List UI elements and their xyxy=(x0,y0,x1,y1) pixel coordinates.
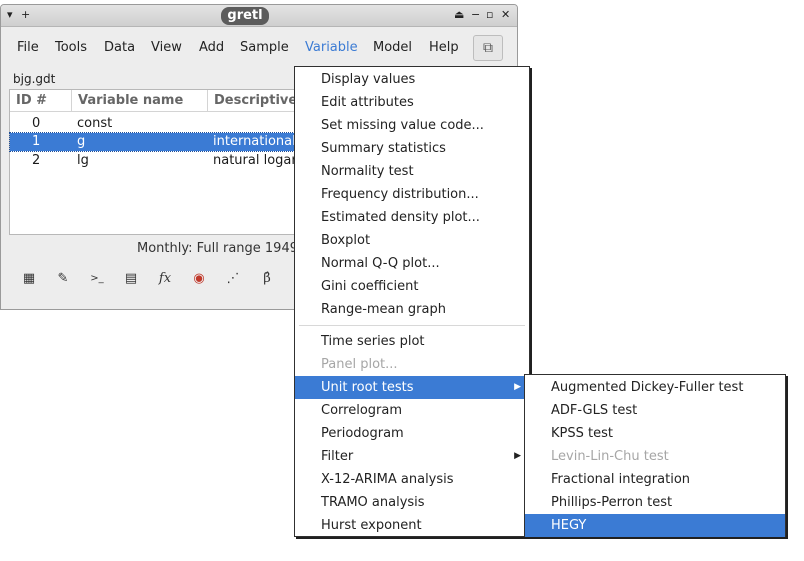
menu-item-fractional-integration[interactable]: Fractional integration xyxy=(525,468,785,491)
menu-item-levin-lin-chu: Levin-Lin-Chu test xyxy=(551,449,669,464)
close-icon[interactable]: ✕ xyxy=(501,8,510,22)
window-menu-icon[interactable]: ▾ xyxy=(7,8,13,22)
unit-root-submenu: Augmented Dickey-Fuller test ADF-GLS tes… xyxy=(524,374,786,537)
lifebuoy-icon[interactable]: ◉ xyxy=(187,267,211,291)
menu-item-boxplot[interactable]: Boxplot xyxy=(295,229,529,252)
menu-data[interactable]: Data xyxy=(102,27,137,69)
menu-item-hegy[interactable]: HEGY xyxy=(525,514,785,537)
row-name: lg xyxy=(77,153,89,168)
row-id: 0 xyxy=(32,116,41,131)
row-desc: natural logar xyxy=(213,153,297,168)
matrix-icon[interactable]: ▤ xyxy=(119,267,143,291)
menu-add[interactable]: Add xyxy=(197,27,226,69)
column-id[interactable]: ID # xyxy=(10,90,72,112)
row-name: const xyxy=(77,116,113,131)
submenu-arrow-icon: ▶ xyxy=(514,382,521,392)
calculator-icon[interactable]: ▦ xyxy=(17,267,41,291)
menu-item-tramo[interactable]: TRAMO analysis xyxy=(295,491,529,514)
menu-item-display-values[interactable]: Display values xyxy=(295,68,529,91)
menu-item-filter[interactable]: Filter ▶ xyxy=(295,445,529,468)
menu-item-density-plot[interactable]: Estimated density plot... xyxy=(295,206,529,229)
beta-icon[interactable]: β̂ xyxy=(255,267,279,291)
row-desc: international xyxy=(213,134,296,149)
row-id: 1 xyxy=(32,134,41,149)
windows-list-icon[interactable]: ⧉ xyxy=(473,35,503,61)
column-variable-name[interactable]: Variable name xyxy=(72,90,208,112)
sticky-icon[interactable]: + xyxy=(21,8,30,22)
menu-item-phillips-perron[interactable]: Phillips-Perron test xyxy=(525,491,785,514)
notepad-icon[interactable]: ✎ xyxy=(51,267,75,291)
menu-item-label: Unit root tests xyxy=(321,380,414,395)
menu-item-frequency-distribution[interactable]: Frequency distribution... xyxy=(295,183,529,206)
menu-item-periodogram[interactable]: Periodogram xyxy=(295,422,529,445)
menu-separator xyxy=(299,325,525,326)
menu-file[interactable]: File xyxy=(15,27,41,69)
function-icon[interactable]: fx xyxy=(153,267,177,291)
row-name: g xyxy=(77,134,86,149)
dataset-filename: bjg.gdt xyxy=(13,72,56,86)
menu-item-normality-test[interactable]: Normality test xyxy=(295,160,529,183)
menu-item-label: Filter xyxy=(321,449,354,464)
row-id: 2 xyxy=(32,153,41,168)
menu-item-gini[interactable]: Gini coefficient xyxy=(295,275,529,298)
menu-variable[interactable]: Variable xyxy=(303,27,360,69)
menu-item-kpss-test[interactable]: KPSS test xyxy=(525,422,785,445)
menu-item-time-series-plot[interactable]: Time series plot xyxy=(295,330,529,353)
menu-sample[interactable]: Sample xyxy=(238,27,291,69)
menu-model[interactable]: Model xyxy=(371,27,414,69)
menu-item-x12-arima[interactable]: X-12-ARIMA analysis xyxy=(295,468,529,491)
menu-item-qq-plot[interactable]: Normal Q-Q plot... xyxy=(295,252,529,275)
submenu-arrow-icon: ▶ xyxy=(514,451,521,461)
minimize-icon[interactable]: − xyxy=(471,8,480,22)
menu-view[interactable]: View xyxy=(149,27,184,69)
menu-item-set-missing[interactable]: Set missing value code... xyxy=(295,114,529,137)
scatter-icon[interactable]: ⋰ xyxy=(221,267,245,291)
variable-menu: Display values Edit attributes Set missi… xyxy=(294,66,530,537)
menu-item-hurst[interactable]: Hurst exponent xyxy=(295,514,529,537)
menu-item-adf-test[interactable]: Augmented Dickey-Fuller test xyxy=(525,376,785,399)
menu-item-range-mean[interactable]: Range-mean graph xyxy=(295,298,529,321)
title-bar[interactable]: ▾ + gretl ⏏ − ▫ ✕ xyxy=(1,5,517,27)
menu-item-unit-root-tests[interactable]: Unit root tests ▶ xyxy=(295,376,529,399)
menu-item-adf-gls-test[interactable]: ADF-GLS test xyxy=(525,399,785,422)
terminal-icon[interactable]: >_ xyxy=(85,267,109,291)
menu-help[interactable]: Help xyxy=(427,27,461,69)
window-title: gretl xyxy=(221,7,269,25)
menu-bar: File Tools Data View Add Sample Variable… xyxy=(1,27,517,69)
menu-item-summary-statistics[interactable]: Summary statistics xyxy=(295,137,529,160)
shade-icon[interactable]: ⏏ xyxy=(454,8,464,22)
menu-tools[interactable]: Tools xyxy=(53,27,89,69)
menu-item-correlogram[interactable]: Correlogram xyxy=(295,399,529,422)
menu-item-panel-plot: Panel plot... xyxy=(321,357,398,372)
menu-item-edit-attributes[interactable]: Edit attributes xyxy=(295,91,529,114)
maximize-icon[interactable]: ▫ xyxy=(486,8,493,22)
